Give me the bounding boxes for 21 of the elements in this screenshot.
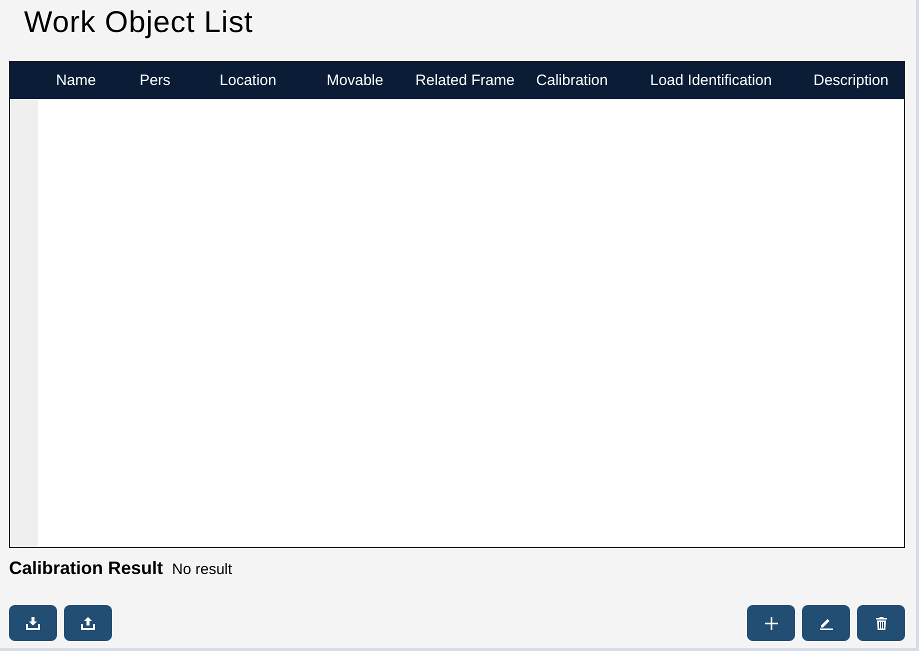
trash-icon [876, 616, 886, 630]
column-header[interactable]: Related Frame [415, 72, 515, 89]
delete-button[interactable] [857, 605, 905, 641]
download-button[interactable] [9, 605, 57, 641]
edit-button[interactable] [802, 605, 850, 641]
upload-button[interactable] [64, 605, 112, 641]
column-header[interactable]: Name [56, 72, 96, 89]
add-button[interactable] [747, 605, 795, 641]
column-header[interactable]: Calibration [536, 72, 608, 89]
column-header[interactable]: Movable [326, 72, 384, 89]
plus-icon [764, 616, 778, 630]
download-icon [26, 616, 40, 630]
upload-icon [81, 616, 95, 630]
column-header[interactable]: Description [813, 72, 889, 89]
pencil-icon [820, 616, 832, 630]
calibration-result-value: No result [172, 560, 232, 580]
column-header[interactable]: Load Identification [650, 72, 772, 89]
page-title: Work Object List [24, 5, 254, 41]
column-header[interactable]: Location [220, 72, 276, 89]
calibration-result-label: Calibration Result [9, 557, 164, 579]
column-header[interactable]: Pers [140, 72, 170, 89]
